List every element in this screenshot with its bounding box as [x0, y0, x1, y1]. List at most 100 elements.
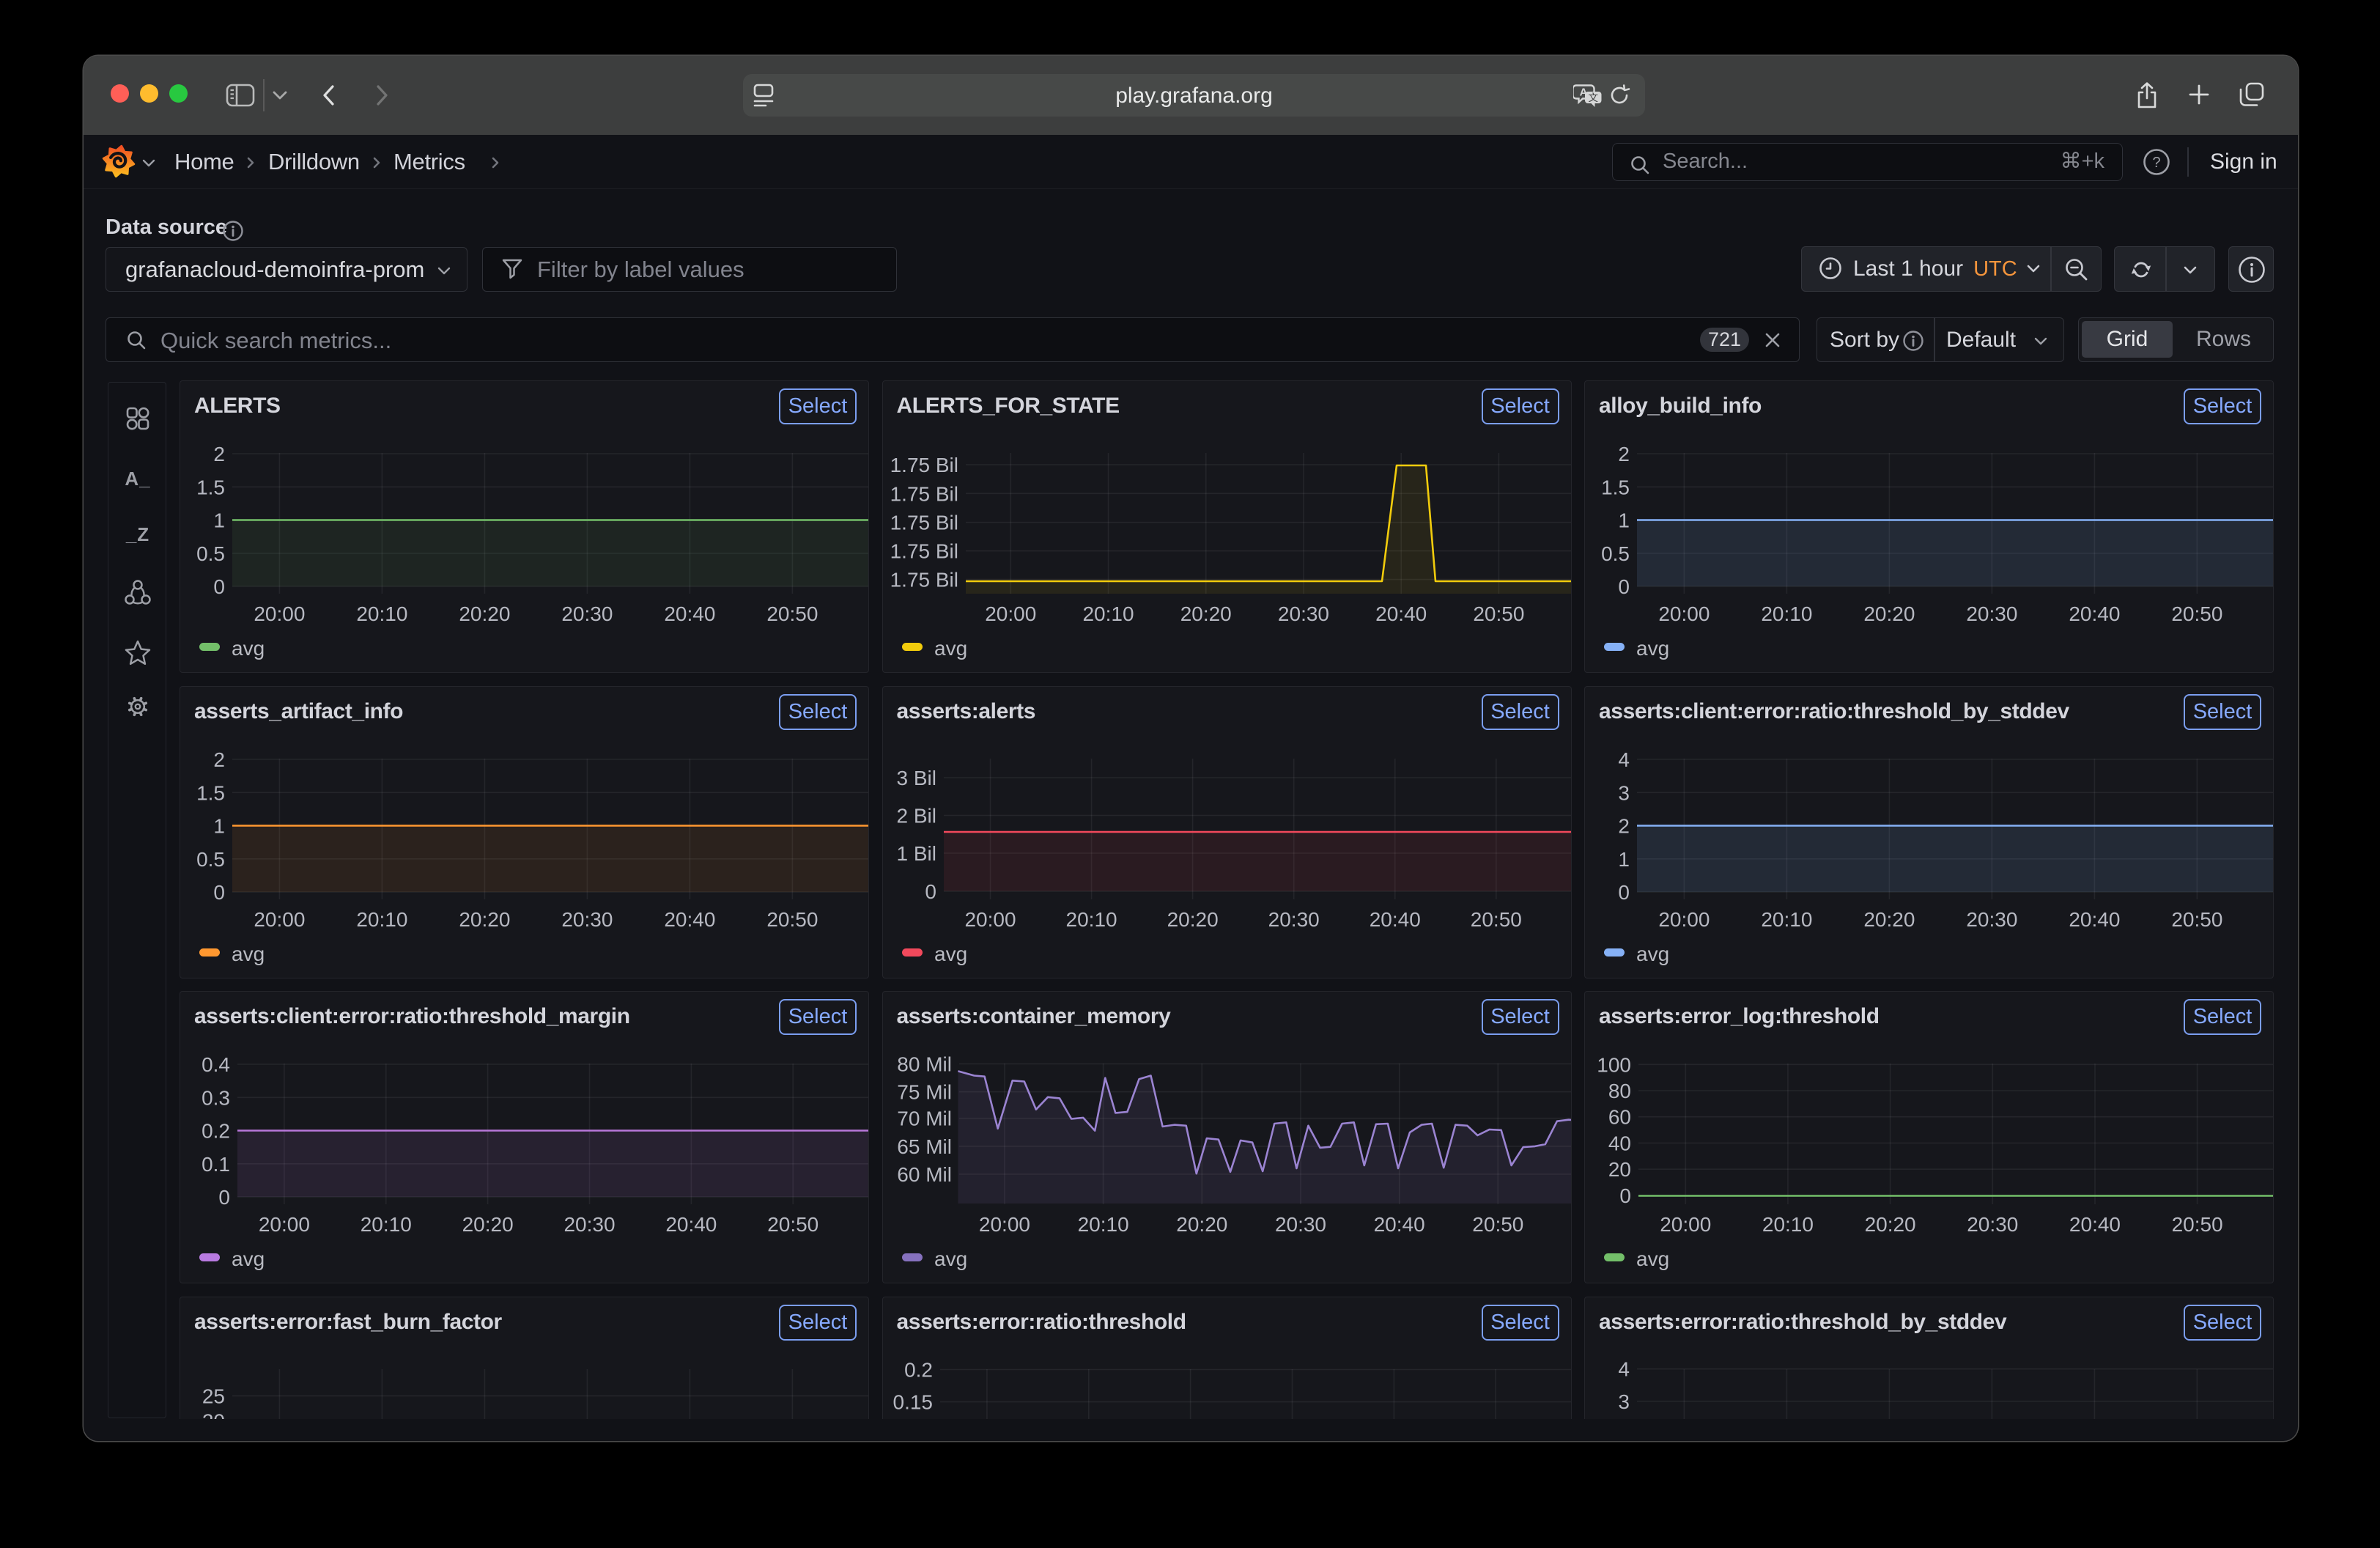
svg-text:20:10: 20:10: [1762, 1213, 1814, 1236]
svg-text:20:30: 20:30: [1274, 1213, 1326, 1236]
svg-text:20:00: 20:00: [254, 908, 305, 931]
svg-text:0.5: 0.5: [1601, 542, 1630, 565]
svg-text:20:00: 20:00: [1660, 1213, 1711, 1236]
svg-text:20:30: 20:30: [561, 908, 613, 931]
svg-text:avg: avg: [232, 1247, 265, 1270]
svg-text:20: 20: [202, 1409, 225, 1419]
svg-text:20:10: 20:10: [1082, 602, 1134, 625]
svg-text:2: 2: [213, 748, 225, 771]
svg-text:20:20: 20:20: [1863, 602, 1915, 625]
svg-text:0.2: 0.2: [202, 1120, 230, 1143]
svg-text:20:30: 20:30: [1268, 908, 1319, 931]
svg-text:2: 2: [1618, 814, 1630, 837]
svg-text:1.5: 1.5: [196, 476, 225, 498]
svg-text:1.75 Bil: 1.75 Bil: [890, 569, 958, 591]
svg-text:20:40: 20:40: [2069, 1213, 2121, 1236]
svg-text:20:40: 20:40: [1375, 602, 1427, 625]
svg-text:20:00: 20:00: [964, 908, 1016, 931]
svg-text:20:50: 20:50: [1470, 908, 1521, 931]
svg-text:75 Mil: 75 Mil: [897, 1081, 952, 1104]
svg-text:1.75 Bil: 1.75 Bil: [890, 482, 958, 505]
svg-text:20:50: 20:50: [766, 602, 818, 625]
svg-text:20:30: 20:30: [563, 1213, 615, 1236]
svg-text:20:20: 20:20: [1167, 908, 1218, 931]
svg-text:20:50: 20:50: [2172, 1213, 2223, 1236]
svg-text:1 Bil: 1 Bil: [896, 842, 936, 865]
svg-text:1.5: 1.5: [1601, 476, 1630, 498]
svg-text:0.5: 0.5: [196, 847, 225, 870]
svg-text:20:20: 20:20: [1176, 1213, 1227, 1236]
svg-text:20:20: 20:20: [459, 602, 510, 625]
svg-text:20:20: 20:20: [1180, 602, 1231, 625]
svg-text:20:00: 20:00: [254, 602, 305, 625]
svg-text:60 Mil: 60 Mil: [897, 1163, 952, 1186]
svg-text:20:00: 20:00: [1658, 602, 1710, 625]
svg-text:0.1: 0.1: [202, 1153, 230, 1176]
svg-text:1: 1: [213, 814, 225, 837]
svg-text:20:10: 20:10: [1065, 908, 1117, 931]
svg-text:20:30: 20:30: [1967, 1213, 2018, 1236]
svg-text:1.75 Bil: 1.75 Bil: [890, 540, 958, 563]
svg-text:avg: avg: [934, 1247, 967, 1270]
svg-text:20:10: 20:10: [1761, 602, 1812, 625]
svg-text:20:40: 20:40: [1369, 908, 1420, 931]
svg-text:20:50: 20:50: [2171, 908, 2222, 931]
svg-text:20:40: 20:40: [664, 908, 715, 931]
svg-text:0: 0: [213, 575, 225, 598]
svg-text:20:40: 20:40: [664, 602, 715, 625]
svg-text:0.3: 0.3: [202, 1086, 230, 1109]
svg-text:avg: avg: [934, 637, 967, 660]
svg-text:1: 1: [1618, 847, 1630, 870]
svg-text:0.4: 0.4: [202, 1053, 230, 1076]
svg-text:avg: avg: [934, 943, 967, 965]
svg-text:3 Bil: 3 Bil: [896, 767, 936, 789]
svg-text:0: 0: [1618, 575, 1630, 598]
svg-text:avg: avg: [232, 637, 265, 660]
svg-text:1.75 Bil: 1.75 Bil: [890, 512, 958, 534]
svg-text:0: 0: [925, 880, 936, 903]
svg-text:20:20: 20:20: [1863, 908, 1915, 931]
svg-text:20:00: 20:00: [978, 1213, 1030, 1236]
svg-text:20:20: 20:20: [462, 1213, 514, 1236]
svg-text:2: 2: [213, 443, 225, 465]
svg-text:20:40: 20:40: [2069, 602, 2120, 625]
svg-text:0: 0: [1619, 1184, 1631, 1207]
svg-text:20:40: 20:40: [2069, 908, 2120, 931]
svg-text:0: 0: [1618, 881, 1630, 904]
svg-text:20:30: 20:30: [1277, 602, 1328, 625]
svg-text:3: 3: [1618, 781, 1630, 804]
svg-text:20:40: 20:40: [665, 1213, 717, 1236]
svg-text:2: 2: [1618, 443, 1630, 465]
svg-text:20:20: 20:20: [459, 908, 510, 931]
svg-text:文: 文: [1589, 92, 1599, 103]
svg-text:4: 4: [1618, 1357, 1630, 1380]
svg-text:1: 1: [1618, 509, 1630, 532]
svg-text:20:50: 20:50: [766, 908, 818, 931]
svg-text:25: 25: [202, 1385, 225, 1407]
svg-text:0.15: 0.15: [892, 1390, 933, 1413]
svg-text:20:50: 20:50: [1472, 1213, 1523, 1236]
svg-text:0.5: 0.5: [196, 542, 225, 565]
svg-text:20:30: 20:30: [561, 602, 613, 625]
svg-text:0.2: 0.2: [904, 1358, 933, 1381]
svg-text:avg: avg: [1636, 637, 1669, 660]
svg-text:20:00: 20:00: [985, 602, 1036, 625]
svg-text:20: 20: [1608, 1158, 1631, 1181]
svg-text:80: 80: [1608, 1080, 1631, 1102]
svg-text:0: 0: [218, 1186, 230, 1209]
svg-text:80 Mil: 80 Mil: [897, 1053, 952, 1075]
svg-text:20:20: 20:20: [1865, 1213, 1916, 1236]
svg-text:4: 4: [1618, 748, 1630, 771]
svg-text:20:40: 20:40: [1373, 1213, 1424, 1236]
svg-text:avg: avg: [232, 943, 265, 965]
svg-text:60: 60: [1608, 1106, 1631, 1129]
svg-text:20:50: 20:50: [767, 1213, 818, 1236]
svg-text:20:10: 20:10: [1077, 1213, 1128, 1236]
svg-text:avg: avg: [1636, 1247, 1669, 1270]
svg-text:20:10: 20:10: [356, 602, 407, 625]
svg-text:20:30: 20:30: [1966, 602, 2017, 625]
svg-text:20:00: 20:00: [1658, 908, 1710, 931]
svg-text:3: 3: [1618, 1390, 1630, 1412]
svg-text:1.75 Bil: 1.75 Bil: [890, 454, 958, 476]
svg-text:20:10: 20:10: [356, 908, 407, 931]
